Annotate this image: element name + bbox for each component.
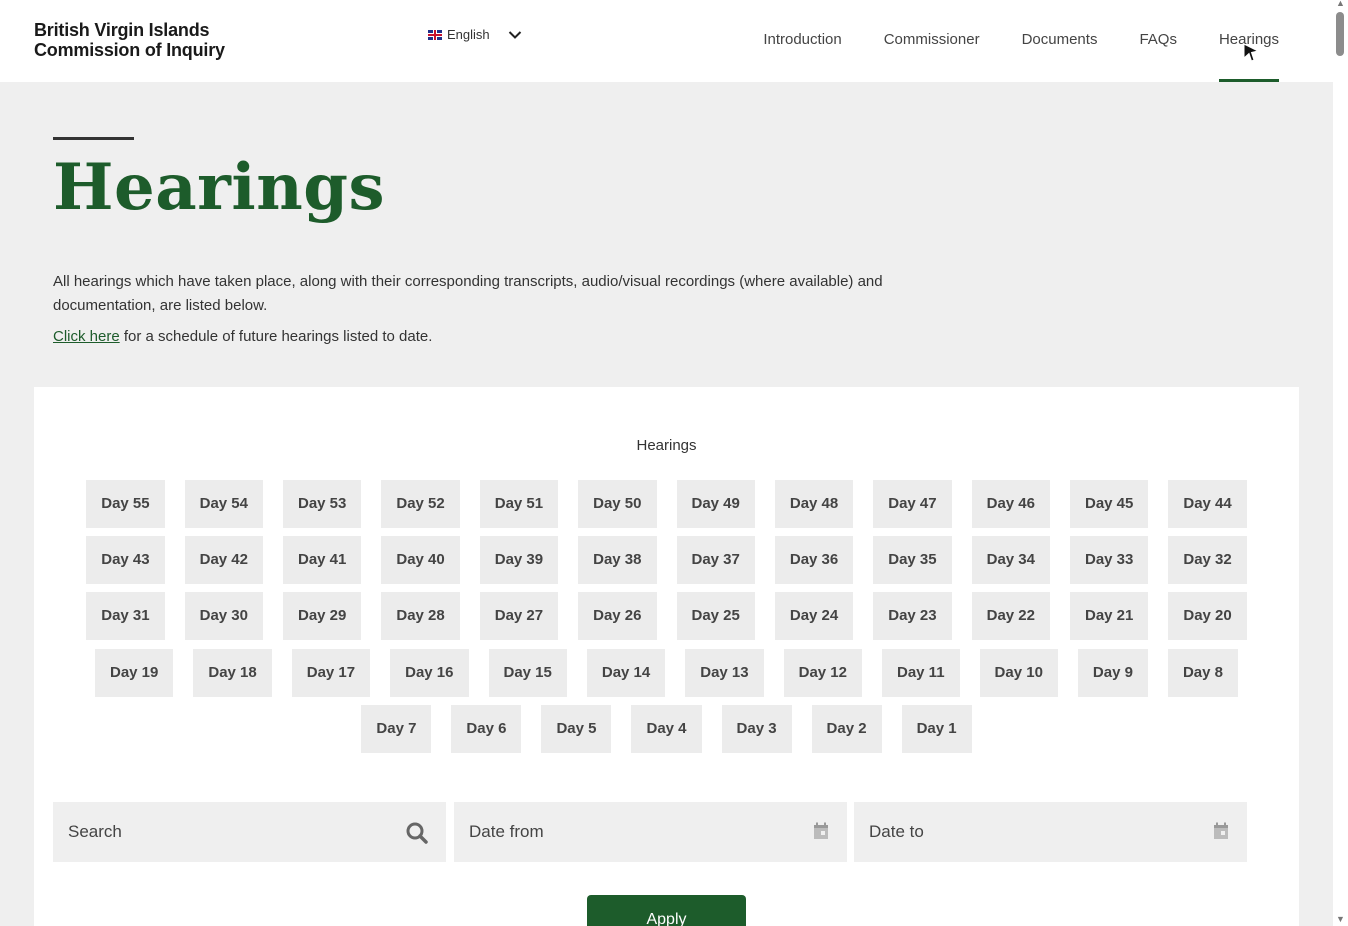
day-button-day-22[interactable]: Day 22 — [971, 592, 1050, 640]
chevron-down-icon — [508, 30, 521, 39]
language-label: English — [447, 27, 490, 42]
click-here-link[interactable]: Click here — [53, 328, 120, 345]
day-button-day-8[interactable]: Day 8 — [1167, 649, 1238, 697]
day-button-day-49[interactable]: Day 49 — [676, 480, 755, 528]
day-button-day-50[interactable]: Day 50 — [578, 480, 657, 528]
search-placeholder: Search — [68, 822, 122, 841]
calendar-icon[interactable] — [813, 822, 829, 840]
day-button-day-17[interactable]: Day 17 — [291, 649, 371, 697]
day-button-day-20[interactable]: Day 20 — [1168, 592, 1247, 640]
day-button-day-4[interactable]: Day 4 — [631, 705, 702, 753]
scroll-down-arrow-icon[interactable]: ▼ — [1336, 914, 1345, 924]
language-selector[interactable]: English — [428, 27, 522, 42]
day-button-day-52[interactable]: Day 52 — [381, 480, 460, 528]
future-hearings-suffix: for a schedule of future hearings listed… — [119, 328, 433, 345]
title-rule — [53, 137, 134, 140]
day-button-day-7[interactable]: Day 7 — [361, 705, 432, 753]
calendar-icon[interactable] — [1213, 822, 1229, 840]
future-hearings-text: Click here for a schedule of future hear… — [53, 325, 432, 349]
day-button-day-51[interactable]: Day 51 — [479, 480, 559, 528]
date-from-placeholder: Date from — [469, 822, 544, 841]
brand-line-1: British Virgin Islands — [34, 20, 210, 40]
mouse-cursor-icon — [1243, 43, 1260, 62]
date-from-field[interactable]: Date from — [454, 802, 847, 862]
day-button-day-6[interactable]: Day 6 — [451, 705, 522, 753]
date-to-placeholder: Date to — [869, 822, 924, 841]
day-button-day-29[interactable]: Day 29 — [283, 592, 362, 640]
day-button-day-54[interactable]: Day 54 — [184, 480, 263, 528]
site-logo[interactable]: British Virgin Islands Commission of Inq… — [34, 20, 225, 60]
day-button-day-35[interactable]: Day 35 — [873, 536, 952, 584]
day-button-day-45[interactable]: Day 45 — [1070, 480, 1149, 528]
search-icon[interactable] — [406, 822, 428, 844]
day-button-day-3[interactable]: Day 3 — [721, 705, 792, 753]
day-button-day-15[interactable]: Day 15 — [488, 649, 567, 697]
intro-text: All hearings which have taken place, alo… — [53, 273, 883, 314]
day-button-day-37[interactable]: Day 37 — [676, 536, 755, 584]
main-nav: Introduction Commissioner Documents FAQs… — [721, 0, 1280, 82]
day-button-day-53[interactable]: Day 53 — [283, 480, 362, 528]
day-button-day-26[interactable]: Day 26 — [578, 592, 657, 640]
day-button-day-13[interactable]: Day 13 — [685, 649, 764, 697]
nav-introduction[interactable]: Introduction — [763, 0, 841, 82]
day-button-day-10[interactable]: Day 10 — [979, 649, 1058, 697]
days-row-4: Day 19 Day 18 Day 17 Day 16 Day 15 Day 14 Day … — [34, 649, 1299, 697]
day-button-day-43[interactable]: Day 43 — [86, 536, 165, 584]
day-button-day-46[interactable]: Day 46 — [971, 480, 1050, 528]
day-button-day-40[interactable]: Day 40 — [381, 536, 460, 584]
day-button-day-33[interactable]: Day 33 — [1070, 536, 1149, 584]
nav-hearings[interactable]: Hearings — [1218, 0, 1280, 82]
day-button-day-38[interactable]: Day 38 — [578, 536, 657, 584]
day-button-day-12[interactable]: Day 12 — [783, 649, 862, 697]
day-button-day-34[interactable]: Day 34 — [971, 536, 1050, 584]
day-button-day-39[interactable]: Day 39 — [479, 536, 559, 584]
day-button-day-28[interactable]: Day 28 — [381, 592, 460, 640]
page-title: Hearings — [53, 150, 385, 225]
day-button-day-36[interactable]: Day 36 — [774, 536, 854, 584]
day-button-day-32[interactable]: Day 32 — [1168, 536, 1247, 584]
apply-button[interactable]: Apply — [587, 895, 746, 926]
day-button-day-55[interactable]: Day 55 — [86, 480, 165, 528]
nav-faqs[interactable]: FAQs — [1139, 0, 1177, 82]
day-button-day-23[interactable]: Day 23 — [873, 592, 952, 640]
scroll-up-arrow-icon[interactable]: ▲ — [1336, 0, 1345, 8]
day-button-day-30[interactable]: Day 30 — [184, 592, 263, 640]
search-input[interactable]: Search — [53, 802, 446, 862]
day-button-day-27[interactable]: Day 27 — [479, 592, 559, 640]
day-button-day-11[interactable]: Day 11 — [882, 649, 960, 697]
date-to-field[interactable]: Date to — [854, 802, 1247, 862]
day-button-day-47[interactable]: Day 47 — [873, 480, 952, 528]
day-button-day-25[interactable]: Day 25 — [676, 592, 755, 640]
days-row-3: Day 31 Day 30 Day 29 Day 28 Day 27 Day 26 Day … — [34, 592, 1299, 640]
day-button-day-48[interactable]: Day 48 — [774, 480, 854, 528]
uk-flag-icon — [428, 29, 442, 40]
page-scrollbar[interactable]: ▲ ▼ — [1333, 0, 1348, 926]
day-button-day-9[interactable]: Day 9 — [1077, 649, 1148, 697]
day-button-day-2[interactable]: Day 2 — [811, 705, 882, 753]
day-button-day-1[interactable]: Day 1 — [901, 705, 972, 753]
day-button-day-42[interactable]: Day 42 — [184, 536, 263, 584]
day-button-day-5[interactable]: Day 5 — [541, 705, 612, 753]
days-row-1: Day 55 Day 54 Day 53 Day 52 Day 51 Day 50 Day … — [34, 480, 1299, 528]
scrollbar-thumb[interactable] — [1336, 12, 1344, 56]
day-button-day-14[interactable]: Day 14 — [586, 649, 666, 697]
days-row-5: Day 7 Day 6 Day 5 Day 4 Day 3 Day 2 Day 1 — [34, 705, 1299, 753]
day-button-day-19[interactable]: Day 19 — [95, 649, 174, 697]
day-button-day-21[interactable]: Day 21 — [1070, 592, 1149, 640]
day-button-day-31[interactable]: Day 31 — [86, 592, 165, 640]
nav-commissioner[interactable]: Commissioner — [884, 0, 980, 82]
day-button-day-18[interactable]: Day 18 — [193, 649, 272, 697]
nav-documents[interactable]: Documents — [1022, 0, 1098, 82]
site-header: British Virgin Islands Commission of Inq… — [0, 0, 1333, 82]
day-button-day-44[interactable]: Day 44 — [1168, 480, 1247, 528]
day-button-day-41[interactable]: Day 41 — [283, 536, 362, 584]
hearings-card-title: Hearings — [636, 437, 697, 454]
days-row-2: Day 43 Day 42 Day 41 Day 40 Day 39 Day 38 Day … — [34, 536, 1299, 584]
day-button-day-24[interactable]: Day 24 — [774, 592, 854, 640]
day-button-day-16[interactable]: Day 16 — [390, 649, 469, 697]
hearings-card: Hearings Day 55 Day 54 Day 53 Day 52 Day 51 D… — [34, 387, 1299, 926]
brand-line-2: Commission of Inquiry — [34, 40, 225, 60]
